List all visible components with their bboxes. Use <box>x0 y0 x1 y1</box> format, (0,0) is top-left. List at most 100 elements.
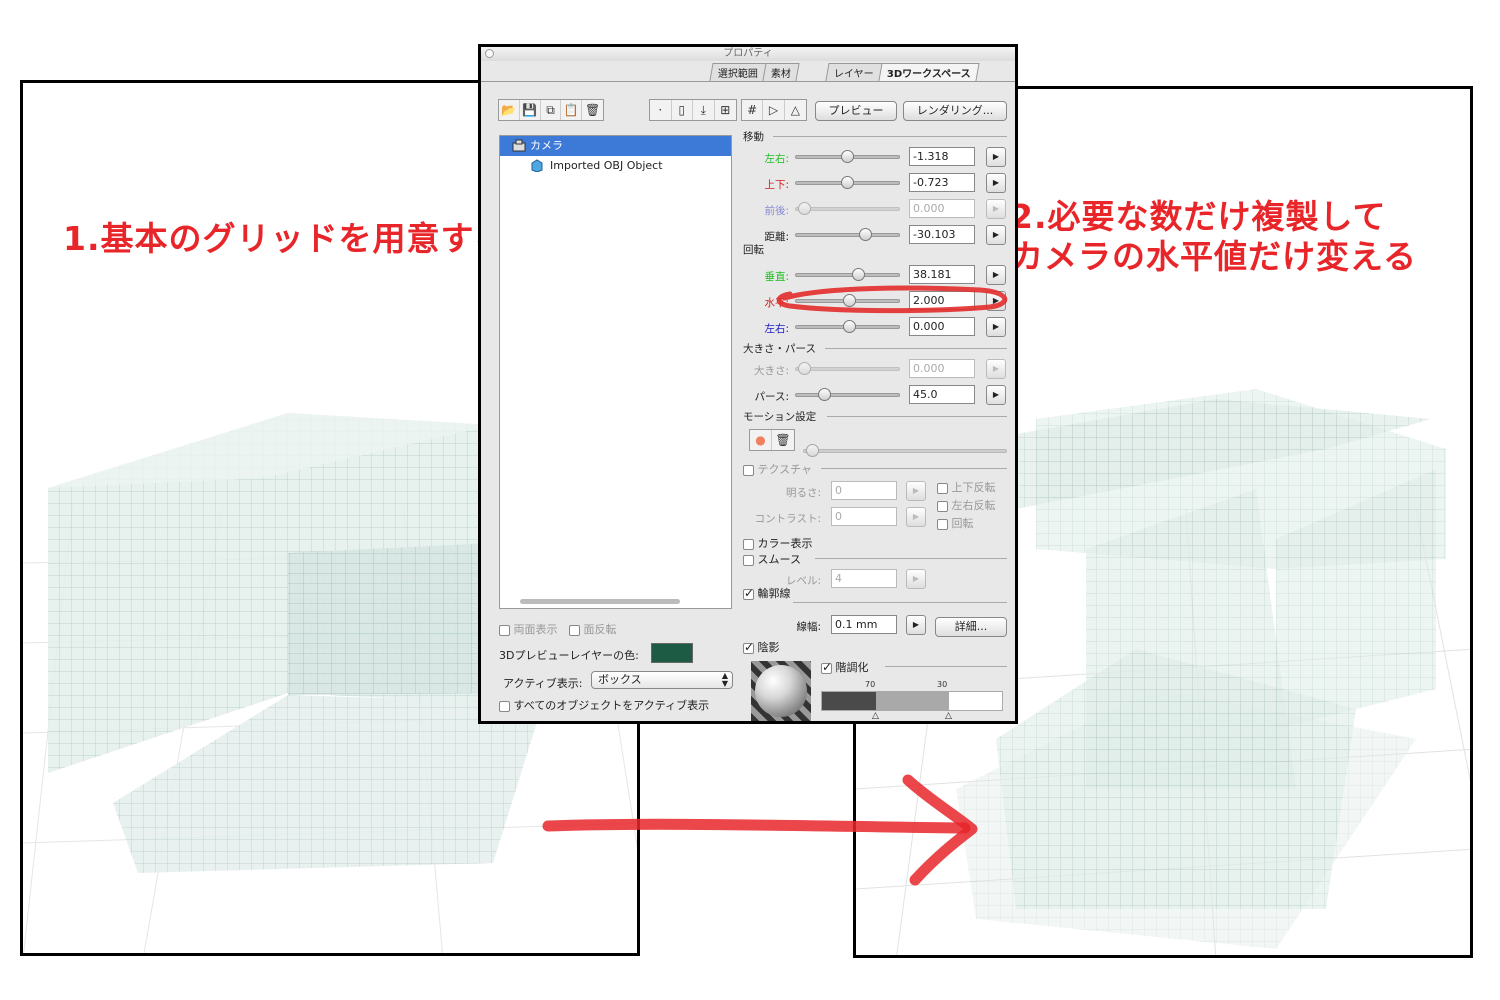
tab-layer[interactable]: レイヤー <box>825 63 883 81</box>
motion-trash-icon[interactable]: 🗑 <box>772 430 794 450</box>
color-display-checkbox[interactable] <box>743 538 754 550</box>
slider-knob[interactable] <box>818 388 831 401</box>
smooth-option[interactable]: スムース <box>743 551 801 567</box>
flip-faces-option[interactable]: 面反転 <box>569 621 617 637</box>
perspective-field[interactable]: 45.0 <box>909 385 975 404</box>
move-fb-arrow[interactable]: ▶ <box>986 199 1006 219</box>
outline-option[interactable]: 輪郭線 <box>743 585 791 601</box>
move-ud-slider[interactable] <box>795 176 900 189</box>
rot-h-slider[interactable] <box>795 294 900 307</box>
ramp-handle-icon[interactable]: △ <box>872 711 879 721</box>
rot-lr-slider[interactable] <box>795 320 900 333</box>
perspective-slider[interactable] <box>795 388 900 401</box>
grid-icon[interactable]: ⊞ <box>715 100 736 120</box>
texture-checkbox[interactable] <box>743 464 754 476</box>
brightness-arrow[interactable]: ▶ <box>906 481 926 501</box>
move-ud-field[interactable]: -0.723 <box>909 173 975 192</box>
move-lr-arrow[interactable]: ▶ <box>986 147 1006 167</box>
line-width-arrow[interactable]: ▶ <box>906 615 926 635</box>
rotate-option[interactable]: 回転 <box>937 515 974 531</box>
render-button[interactable]: レンダリング... <box>903 101 1007 121</box>
outline-checkbox[interactable] <box>743 586 754 600</box>
shadow-checkbox[interactable] <box>743 640 754 654</box>
tone-ramp[interactable] <box>821 691 1003 711</box>
slider-knob[interactable] <box>852 268 865 281</box>
distance-field[interactable]: -30.103 <box>909 225 975 244</box>
distance-slider[interactable] <box>795 228 900 241</box>
close-icon[interactable] <box>485 49 494 58</box>
slider-knob[interactable] <box>798 362 811 375</box>
layer-color-swatch[interactable] <box>651 643 693 663</box>
trash-icon[interactable]: 🗑 <box>582 100 603 120</box>
tab-selection[interactable]: 選択範囲 <box>709 63 767 81</box>
drop-to-floor-icon[interactable]: ⤓ <box>693 100 715 120</box>
brightness-field[interactable]: 0 <box>831 481 897 500</box>
move-fb-slider[interactable] <box>795 202 900 215</box>
move-ud-arrow[interactable]: ▶ <box>986 173 1006 193</box>
copy-icon[interactable]: ⧉ <box>541 100 562 120</box>
motion-timeline-slider[interactable] <box>803 444 1007 457</box>
grid-mode-icon[interactable]: # <box>742 100 764 120</box>
all-objects-active-checkbox[interactable] <box>499 700 510 712</box>
details-button[interactable]: 詳細... <box>935 617 1007 637</box>
both-sides-checkbox[interactable] <box>499 624 510 636</box>
size-field[interactable]: 0.000 <box>909 359 975 378</box>
slider-knob[interactable] <box>841 176 854 189</box>
rot-h-field[interactable]: 2.000 <box>909 291 975 310</box>
texture-option[interactable]: テクスチャ <box>743 461 812 477</box>
slider-knob[interactable] <box>841 150 854 163</box>
shadow-option[interactable]: 陰影 <box>743 639 780 655</box>
perspective-mode-icon[interactable]: △ <box>785 100 806 120</box>
flip-h-option[interactable]: 左右反転 <box>937 497 996 513</box>
posterize-checkbox[interactable] <box>821 660 832 674</box>
distance-arrow[interactable]: ▶ <box>986 225 1006 245</box>
rot-v-slider[interactable] <box>795 268 900 281</box>
play-mode-icon[interactable]: ▷ <box>763 100 785 120</box>
perspective-arrow[interactable]: ▶ <box>986 385 1006 405</box>
flip-faces-checkbox[interactable] <box>569 624 580 636</box>
slider-knob[interactable] <box>798 202 811 215</box>
size-arrow[interactable]: ▶ <box>986 359 1006 379</box>
move-lr-field[interactable]: -1.318 <box>909 147 975 166</box>
flip-v-checkbox[interactable] <box>937 482 948 494</box>
all-objects-active-option[interactable]: すべてのオブジェクトをアクティブ表示 <box>499 697 709 713</box>
paste-icon[interactable]: 📋 <box>561 100 583 120</box>
flip-h-checkbox[interactable] <box>937 500 948 512</box>
tree-scrollbar[interactable] <box>520 599 680 604</box>
ramp-handle-icon[interactable]: △ <box>945 711 952 721</box>
posterize-option[interactable]: 階調化 <box>821 659 869 675</box>
both-sides-option[interactable]: 両面表示 <box>499 621 558 637</box>
record-icon[interactable]: ● <box>750 430 772 450</box>
move-lr-slider[interactable] <box>795 150 900 163</box>
save-icon[interactable]: 💾 <box>520 100 541 120</box>
color-display-option[interactable]: カラー表示 <box>743 535 813 551</box>
level-field[interactable]: 4 <box>831 569 897 588</box>
contrast-arrow[interactable]: ▶ <box>906 507 926 527</box>
point-icon[interactable]: · <box>650 100 672 120</box>
preview-button[interactable]: プレビュー <box>815 101 897 121</box>
size-slider[interactable] <box>795 362 900 375</box>
slider-knob[interactable] <box>859 228 872 241</box>
rot-h-arrow[interactable]: ▶ <box>986 291 1006 311</box>
slider-knob[interactable] <box>806 444 819 457</box>
slider-knob[interactable] <box>843 294 856 307</box>
rot-lr-arrow[interactable]: ▶ <box>986 317 1006 337</box>
contrast-field[interactable]: 0 <box>831 507 897 526</box>
open-folder-icon[interactable]: 📂 <box>499 100 520 120</box>
rot-v-field[interactable]: 38.181 <box>909 265 975 284</box>
active-display-select[interactable]: ボックス ▲ ▼ <box>591 671 733 689</box>
smooth-checkbox[interactable] <box>743 554 754 566</box>
rot-v-arrow[interactable]: ▶ <box>986 265 1006 285</box>
line-width-field[interactable]: 0.1 mm <box>831 615 897 634</box>
tree-item-camera[interactable]: カメラ <box>500 136 731 156</box>
flip-v-option[interactable]: 上下反転 <box>937 479 996 495</box>
rectangle-icon[interactable]: ▯ <box>672 100 693 120</box>
tab-material[interactable]: 素材 <box>762 63 800 81</box>
tab-3d-workspace[interactable]: 3Dワークスペース <box>878 63 980 81</box>
slider-knob[interactable] <box>843 320 856 333</box>
level-arrow[interactable]: ▶ <box>906 569 926 589</box>
move-fb-field[interactable]: 0.000 <box>909 199 975 218</box>
rot-lr-field[interactable]: 0.000 <box>909 317 975 336</box>
tree-item-obj-object[interactable]: Imported OBJ Object <box>500 156 731 176</box>
rotate-checkbox[interactable] <box>937 518 948 530</box>
